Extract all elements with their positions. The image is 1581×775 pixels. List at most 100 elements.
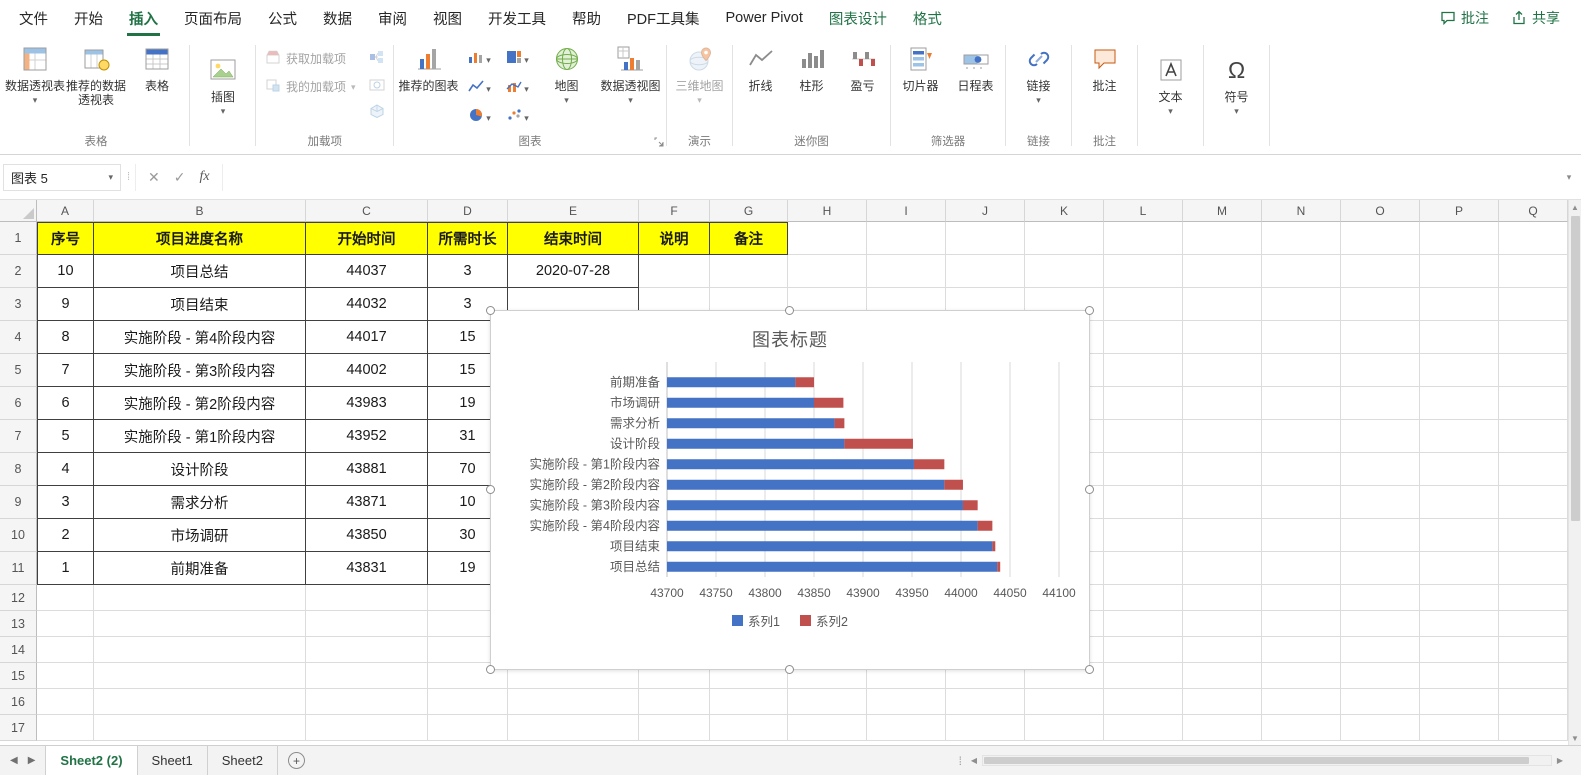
- tab-scrollbar-splitter[interactable]: ⁞: [955, 754, 966, 768]
- row-header-1[interactable]: 1: [0, 222, 37, 255]
- cell-B6[interactable]: 实施阶段 - 第2阶段内容: [94, 387, 306, 420]
- cell-N15[interactable]: [1262, 663, 1341, 689]
- column-header-H[interactable]: H: [788, 200, 867, 222]
- cell-L7[interactable]: [1104, 420, 1183, 453]
- cell-C13[interactable]: [306, 611, 428, 637]
- smartart-icon-button[interactable]: [366, 47, 388, 67]
- cell-P13[interactable]: [1420, 611, 1499, 637]
- cell-B3[interactable]: 项目结束: [94, 288, 306, 321]
- cell-A6[interactable]: 6: [37, 387, 94, 420]
- cell-A17[interactable]: [37, 715, 94, 741]
- ribbon-tab-公式[interactable]: 公式: [255, 0, 310, 36]
- cell-B9[interactable]: 需求分析: [94, 486, 306, 519]
- cell-H2[interactable]: [788, 255, 867, 288]
- cell-M7[interactable]: [1183, 420, 1262, 453]
- cell-N11[interactable]: [1262, 552, 1341, 585]
- cell-Q10[interactable]: [1499, 519, 1568, 552]
- cell-E2[interactable]: 2020-07-28: [508, 255, 639, 288]
- cell-L2[interactable]: [1104, 255, 1183, 288]
- chart-bar-series2[interactable]: [997, 561, 1001, 572]
- cell-J17[interactable]: [946, 715, 1025, 741]
- cell-G2[interactable]: [710, 255, 788, 288]
- chart-resize-handle[interactable]: [486, 306, 495, 315]
- cell-B8[interactable]: 设计阶段: [94, 453, 306, 486]
- cell-N16[interactable]: [1262, 689, 1341, 715]
- chart-bar-series1[interactable]: [667, 438, 845, 449]
- cell-C16[interactable]: [306, 689, 428, 715]
- slicer-button[interactable]: 切片器: [894, 37, 948, 133]
- cell-A3[interactable]: 9: [37, 288, 94, 321]
- cell-M2[interactable]: [1183, 255, 1262, 288]
- column-header-G[interactable]: G: [710, 200, 788, 222]
- cell-N14[interactable]: [1262, 637, 1341, 663]
- cell-M12[interactable]: [1183, 585, 1262, 611]
- cell-E1[interactable]: 结束时间: [508, 222, 639, 255]
- select-all-button[interactable]: [0, 200, 37, 222]
- cell-L9[interactable]: [1104, 486, 1183, 519]
- cell-D2[interactable]: 3: [428, 255, 508, 288]
- chart-bar-series1[interactable]: [667, 397, 814, 408]
- cell-D17[interactable]: [428, 715, 508, 741]
- cell-N13[interactable]: [1262, 611, 1341, 637]
- chart-bar-series1[interactable]: [667, 561, 998, 572]
- cell-O2[interactable]: [1341, 255, 1420, 288]
- row-header-4[interactable]: 4: [0, 321, 37, 354]
- cell-B2[interactable]: 项目总结: [94, 255, 306, 288]
- cell-L16[interactable]: [1104, 689, 1183, 715]
- chart-bar-series2[interactable]: [814, 397, 844, 408]
- ribbon-tab-格式[interactable]: 格式: [900, 0, 955, 36]
- column-header-F[interactable]: F: [639, 200, 710, 222]
- column-header-M[interactable]: M: [1183, 200, 1262, 222]
- row-header-12[interactable]: 12: [0, 585, 37, 611]
- cell-O3[interactable]: [1341, 288, 1420, 321]
- cell-L5[interactable]: [1104, 354, 1183, 387]
- cell-Q15[interactable]: [1499, 663, 1568, 689]
- chart-bar-series1[interactable]: [667, 459, 914, 470]
- cell-A9[interactable]: 3: [37, 486, 94, 519]
- cell-M16[interactable]: [1183, 689, 1262, 715]
- get-addins-button[interactable]: 获取加载项: [259, 47, 362, 69]
- cell-O5[interactable]: [1341, 354, 1420, 387]
- legend-item-系列1[interactable]: 系列1: [732, 611, 780, 630]
- chart-bar-series2[interactable]: [992, 541, 996, 552]
- cell-K1[interactable]: [1025, 222, 1104, 255]
- row-header-9[interactable]: 9: [0, 486, 37, 519]
- chart-bar-series1[interactable]: [667, 500, 963, 511]
- cell-P16[interactable]: [1420, 689, 1499, 715]
- cell-J16[interactable]: [946, 689, 1025, 715]
- ribbon-tab-开发工具[interactable]: 开发工具: [475, 0, 559, 36]
- 3d-map-button[interactable]: 三维地图 ▾: [670, 37, 730, 133]
- chart-bar-series2[interactable]: [795, 377, 814, 388]
- cell-O15[interactable]: [1341, 663, 1420, 689]
- cell-L6[interactable]: [1104, 387, 1183, 420]
- recommended-charts-button[interactable]: 推荐的图表: [397, 37, 461, 133]
- cell-K2[interactable]: [1025, 255, 1104, 288]
- charts-dialog-launcher-icon[interactable]: [654, 135, 664, 150]
- cell-M15[interactable]: [1183, 663, 1262, 689]
- pivotchart-button[interactable]: 数据透视图 ▾: [598, 37, 664, 133]
- cell-A14[interactable]: [37, 637, 94, 663]
- cell-H16[interactable]: [788, 689, 867, 715]
- column-header-B[interactable]: B: [94, 200, 306, 222]
- sparkline-column-button[interactable]: 柱形: [787, 37, 837, 133]
- ribbon-tab-审阅[interactable]: 审阅: [365, 0, 420, 36]
- cell-N10[interactable]: [1262, 519, 1341, 552]
- cell-P15[interactable]: [1420, 663, 1499, 689]
- cell-L11[interactable]: [1104, 552, 1183, 585]
- cell-Q14[interactable]: [1499, 637, 1568, 663]
- cell-B13[interactable]: [94, 611, 306, 637]
- cell-Q12[interactable]: [1499, 585, 1568, 611]
- cell-O4[interactable]: [1341, 321, 1420, 354]
- horizontal-scrollbar[interactable]: ⁞ ◀ ▶: [955, 746, 1581, 775]
- cell-C5[interactable]: 44002: [306, 354, 428, 387]
- sparkline-winloss-button[interactable]: 盈亏: [838, 37, 888, 133]
- formula-input[interactable]: [221, 163, 1557, 191]
- insert-column-chart-button[interactable]: ▾: [462, 45, 498, 72]
- cell-A8[interactable]: 4: [37, 453, 94, 486]
- enter-icon[interactable]: ✓: [174, 169, 186, 186]
- cell-F1[interactable]: 说明: [639, 222, 710, 255]
- cell-N1[interactable]: [1262, 222, 1341, 255]
- my-addins-button[interactable]: 我的加载项 ▾: [259, 75, 362, 97]
- insert-hierarchy-chart-button[interactable]: ▾: [500, 45, 536, 72]
- sheet-nav-prev-icon[interactable]: ◀: [10, 755, 18, 766]
